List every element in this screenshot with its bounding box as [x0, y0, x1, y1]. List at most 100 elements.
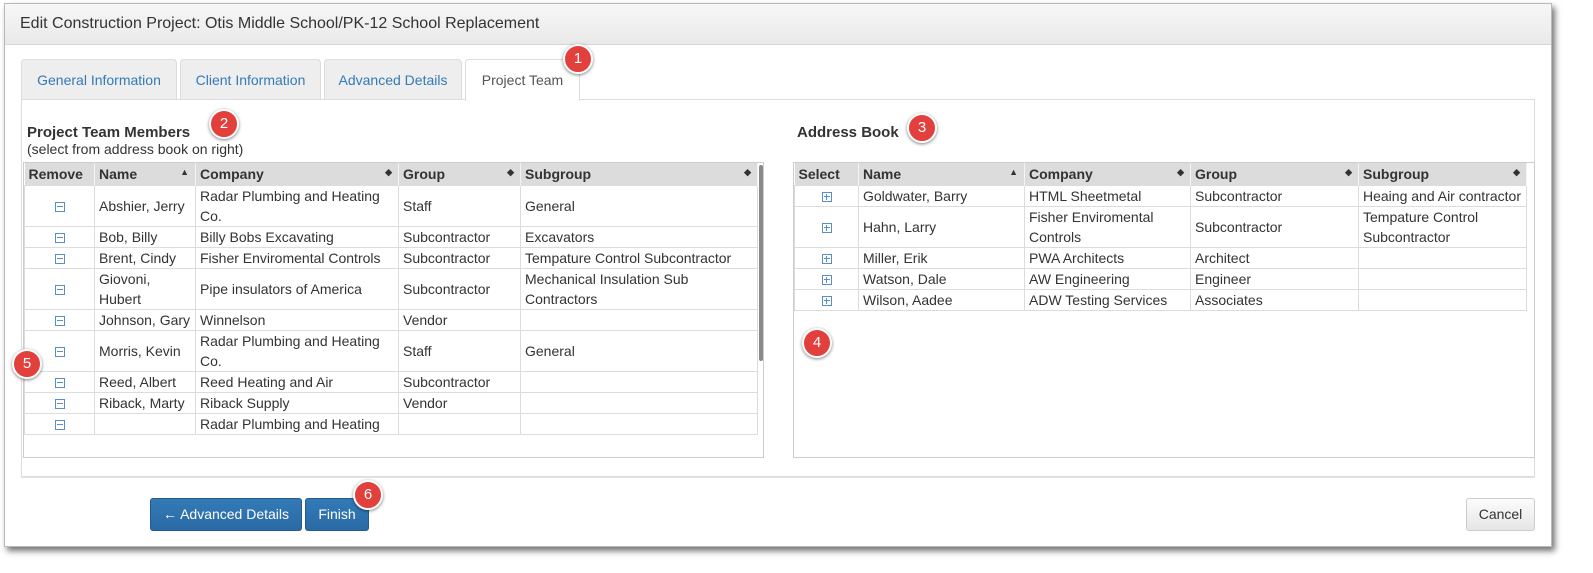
team-members-grid: Remove Name ▲ Company ◆ Group ◆ Subgroup ◆ A… [23, 162, 764, 458]
remove-member-icon[interactable] [54, 202, 65, 213]
remove-member-icon[interactable] [54, 316, 65, 327]
cell-name: Miller, Erik [858, 247, 1025, 269]
cell-group: Staff [398, 185, 521, 227]
sort-asc-icon: ▲ [180, 167, 189, 177]
table-row: Morris, Kevin Radar Plumbing and Heating … [24, 330, 758, 372]
column-header-subgroup[interactable]: Subgroup ◆ [520, 163, 758, 186]
callout-badge: 2 [209, 109, 239, 139]
cell-group: Vendor [398, 309, 521, 331]
column-header-select: Select [794, 163, 859, 186]
remove-member-icon[interactable] [54, 378, 65, 389]
cell-subgroup [520, 371, 758, 393]
cell-company: Reed Heating and Air [195, 371, 399, 393]
table-row: Radar Plumbing and Heating [24, 413, 758, 435]
table-row: Watson, Dale AW Engineering Engineer [794, 268, 1527, 290]
cell-subgroup: Tempature Control Subcontractor [1358, 206, 1527, 248]
sort-icon: ◆ [1177, 167, 1184, 177]
cell-subgroup: Excavators [520, 226, 758, 248]
remove-member-icon[interactable] [54, 285, 65, 296]
cell-name: Giovoni, Hubert [94, 268, 196, 310]
cell-subgroup [1358, 268, 1527, 290]
table-row: Hahn, Larry Fisher Enviromental Controls S… [794, 206, 1527, 248]
cell-name: Hahn, Larry [858, 206, 1025, 248]
cell-group: Subcontractor [1190, 185, 1359, 207]
cell-name [94, 413, 196, 435]
cell-company: Riback Supply [195, 392, 399, 414]
table-row: Brent, Cindy Fisher Enviromental Controls… [24, 247, 758, 269]
cell-name: Brent, Cindy [94, 247, 196, 269]
table-row: Miller, Erik PWA Architects Architect [794, 247, 1527, 269]
cell-name: Riback, Marty [94, 392, 196, 414]
column-header-subgroup[interactable]: Subgroup ◆ [1358, 163, 1527, 186]
tab-advanced-details[interactable]: Advanced Details [324, 59, 462, 99]
dialog-title: Edit Construction Project: Otis Middle S… [20, 15, 540, 32]
cell-group [398, 413, 521, 435]
cell-group: Associates [1190, 289, 1359, 311]
table-row: Goldwater, Barry HTML Sheetmetal Subcontra… [794, 185, 1527, 207]
select-cell [794, 247, 859, 269]
cell-subgroup: Mechanical Insulation Sub Contractors [520, 268, 758, 310]
cell-company: Winnelson [195, 309, 399, 331]
footer-divider [21, 477, 1535, 478]
table-row: Wilson, Aadee ADW Testing Services Associa… [794, 289, 1527, 311]
select-cell [794, 289, 859, 311]
team-members-subtitle: (select from address book on right) [27, 141, 244, 157]
cell-subgroup [1358, 289, 1527, 311]
callout-badge: 1 [563, 44, 593, 74]
cell-group: Architect [1190, 247, 1359, 269]
cell-company: Radar Plumbing and Heating Co. [195, 330, 399, 372]
remove-cell [24, 413, 95, 435]
table-row: Reed, Albert Reed Heating and Air Subcontr… [24, 371, 758, 393]
cell-group: Subcontractor [398, 371, 521, 393]
tab-general-information[interactable]: General Information [21, 59, 177, 99]
cell-subgroup [1358, 247, 1527, 269]
cell-company: AW Engineering [1024, 268, 1191, 290]
remove-member-icon[interactable] [54, 420, 65, 431]
cancel-button[interactable]: Cancel [1466, 498, 1535, 531]
add-member-icon[interactable] [821, 296, 832, 307]
add-member-icon[interactable] [821, 275, 832, 286]
sort-icon: ◆ [1345, 167, 1352, 177]
table-row: Abshier, Jerry Radar Plumbing and Heating… [24, 185, 758, 227]
add-member-icon[interactable] [821, 192, 832, 203]
remove-member-icon[interactable] [54, 347, 65, 358]
team-grid-scrollbar[interactable] [759, 165, 763, 361]
remove-cell [24, 226, 95, 248]
tab-project-team[interactable]: Project Team [465, 59, 580, 101]
cell-group: Staff [398, 330, 521, 372]
cell-name: Morris, Kevin [94, 330, 196, 372]
back-advanced-details-button[interactable]: ← Advanced Details [150, 498, 302, 531]
table-row: Riback, Marty Riback Supply Vendor [24, 392, 758, 414]
remove-cell [24, 247, 95, 269]
column-header-group[interactable]: Group ◆ [398, 163, 521, 186]
add-member-icon[interactable] [821, 254, 832, 265]
cell-subgroup: General [520, 330, 758, 372]
sort-icon: ◆ [507, 167, 514, 177]
remove-member-icon[interactable] [54, 399, 65, 410]
remove-member-icon[interactable] [54, 254, 65, 265]
callout-badge: 4 [802, 328, 832, 358]
column-header-group[interactable]: Group ◆ [1190, 163, 1359, 186]
column-header-name[interactable]: Name ▲ [858, 163, 1025, 186]
sort-icon: ◆ [1513, 167, 1520, 177]
cell-group: Subcontractor [398, 247, 521, 269]
tab-client-information[interactable]: Client Information [180, 59, 321, 99]
remove-cell [24, 268, 95, 310]
cell-name: Watson, Dale [858, 268, 1025, 290]
column-header-company[interactable]: Company ◆ [1024, 163, 1191, 186]
cell-company: ADW Testing Services [1024, 289, 1191, 311]
add-member-icon[interactable] [821, 223, 832, 234]
remove-cell [24, 309, 95, 331]
cell-group: Engineer [1190, 268, 1359, 290]
column-header-company[interactable]: Company ◆ [195, 163, 399, 186]
cell-name: Wilson, Aadee [858, 289, 1025, 311]
team-grid-viewport: Remove Name ▲ Company ◆ Group ◆ Subgroup ◆ A… [24, 163, 761, 441]
sort-asc-icon: ▲ [1009, 167, 1018, 177]
cell-company: Fisher Enviromental Controls [1024, 206, 1191, 248]
cell-group: Subcontractor [398, 226, 521, 248]
column-header-name[interactable]: Name ▲ [94, 163, 196, 186]
address-book-title: Address Book [797, 124, 899, 141]
cell-name: Johnson, Gary [94, 309, 196, 331]
remove-member-icon[interactable] [54, 233, 65, 244]
cell-company: Billy Bobs Excavating [195, 226, 399, 248]
